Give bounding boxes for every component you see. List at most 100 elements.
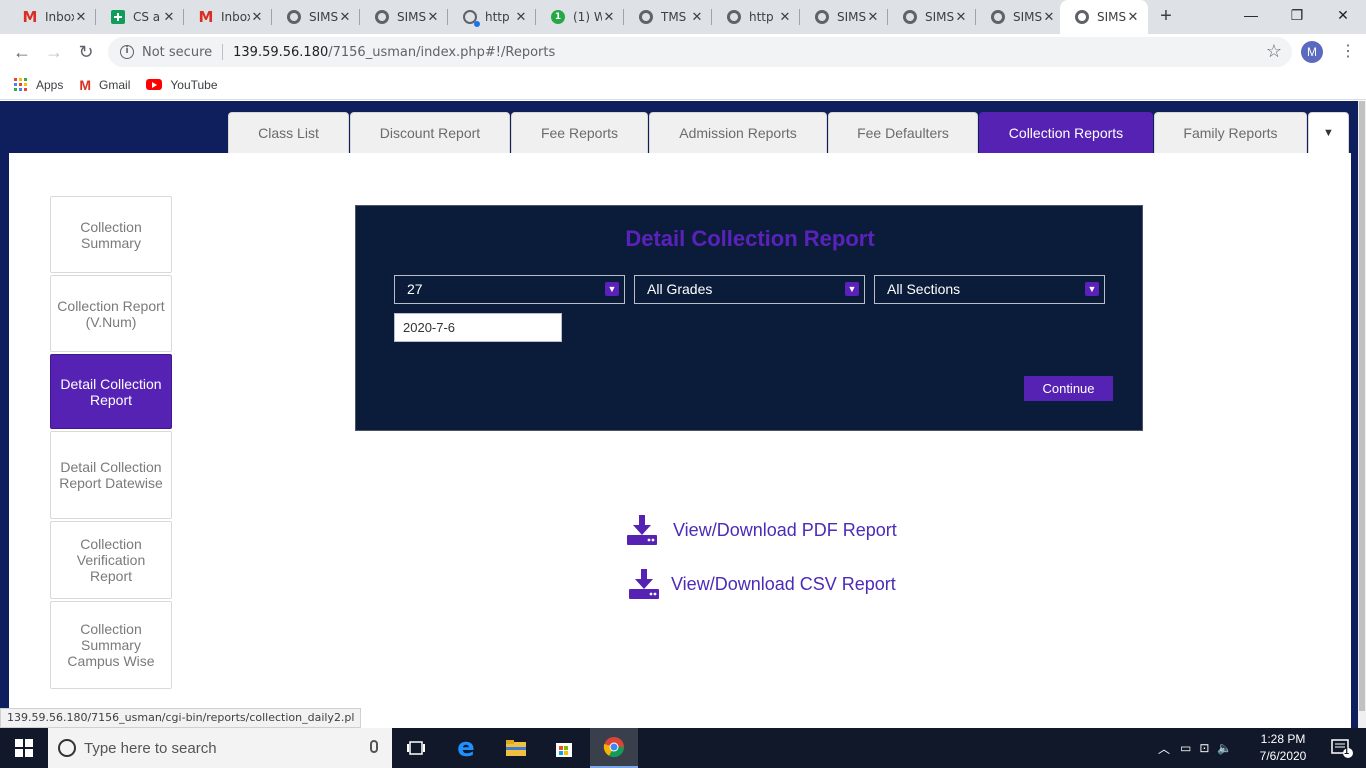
menu-kebab-icon[interactable]: ⋮ xyxy=(1340,40,1356,64)
browser-tab[interactable]: SIMS ✕ xyxy=(360,0,448,34)
browser-tab[interactable]: SIMS ✕ xyxy=(976,0,1064,34)
tab-class-list[interactable]: Class List xyxy=(228,112,349,153)
pdf-download-link[interactable]: View/Download PDF Report xyxy=(625,513,897,547)
close-icon[interactable]: ✕ xyxy=(74,10,88,25)
address-bar[interactable]: i Not secure 139.59.56.180 /7156_usman/i… xyxy=(108,37,1292,67)
battery-icon[interactable]: ▭ xyxy=(1180,741,1191,755)
store-icon[interactable] xyxy=(540,728,588,768)
reload-icon[interactable]: ↻ xyxy=(72,38,100,66)
file-explorer-icon[interactable] xyxy=(492,728,540,768)
close-icon[interactable]: ✕ xyxy=(250,10,264,25)
edge-browser-icon[interactable]: e xyxy=(442,728,490,768)
page-scrollbar[interactable] xyxy=(1358,101,1366,728)
browser-tab[interactable]: TMS ✕ xyxy=(624,0,712,34)
menu-collection-verification-report[interactable]: Collection Verification Report xyxy=(50,521,172,599)
microphone-icon[interactable] xyxy=(370,740,378,753)
gmail-icon: M xyxy=(198,8,214,26)
browser-tab[interactable]: M Inbox ✕ xyxy=(184,0,272,34)
browser-tab-title: (1) W xyxy=(573,10,602,24)
browser-tab[interactable]: SIMS ✕ xyxy=(800,0,888,34)
security-label: Not secure xyxy=(142,44,213,60)
profile-avatar[interactable]: M xyxy=(1301,41,1323,63)
browser-tab-title: TMS xyxy=(661,10,687,24)
menu-collection-report-vnum[interactable]: Collection Report (V.Num) xyxy=(50,275,172,352)
back-arrow-icon[interactable]: ← xyxy=(8,38,36,66)
csv-download-link[interactable]: View/Download CSV Report xyxy=(627,567,896,601)
forward-arrow-icon[interactable]: → xyxy=(40,38,68,66)
menu-detail-collection-report[interactable]: Detail Collection Report xyxy=(50,354,172,429)
close-window-icon[interactable]: ✕ xyxy=(1320,0,1366,30)
menu-collection-summary-campus-wise[interactable]: Collection Summary Campus Wise xyxy=(50,601,172,689)
close-icon[interactable]: ✕ xyxy=(690,10,704,25)
section-select-value: All Sections xyxy=(887,281,961,297)
url-host: 139.59.56.180 xyxy=(233,44,329,60)
chevron-down-icon: ▼ xyxy=(845,282,859,296)
close-icon[interactable]: ✕ xyxy=(338,10,352,25)
close-icon[interactable]: ✕ xyxy=(602,10,616,25)
bookmarks-bar: Apps M Gmail YouTube xyxy=(0,70,1366,100)
grade-select[interactable]: All Grades ▼ xyxy=(634,275,865,304)
tab-admission-reports[interactable]: Admission Reports xyxy=(649,112,827,153)
close-icon[interactable]: ✕ xyxy=(162,10,176,25)
tab-fee-reports[interactable]: Fee Reports xyxy=(511,112,648,153)
browser-tab[interactable]: http ✕ xyxy=(712,0,800,34)
bookmark-apps[interactable]: Apps xyxy=(14,78,63,92)
browser-tab-title: Inbox xyxy=(45,10,74,24)
chevron-up-icon[interactable]: ︿ xyxy=(1158,740,1170,757)
chrome-icon[interactable] xyxy=(590,728,638,768)
new-tab-button[interactable]: + xyxy=(1154,4,1178,28)
browser-tab-strip: M Inbox ✕ CS a ✕ M Inbox ✕ SIMS ✕ SIMS ✕… xyxy=(0,0,1366,34)
close-icon[interactable]: ✕ xyxy=(866,10,880,25)
browser-tab-title: SIMS xyxy=(1013,10,1042,24)
report-title: Detail Collection Report xyxy=(625,226,875,251)
browser-tab-title: SIMS xyxy=(309,10,338,24)
tab-collection-reports[interactable]: Collection Reports xyxy=(979,112,1153,153)
menu-detail-collection-report-datewise[interactable]: Detail Collection Report Datewise xyxy=(50,431,172,519)
youtube-icon xyxy=(146,79,163,90)
more-tabs-caret-icon[interactable]: ▼ xyxy=(1308,112,1349,153)
notification-center-icon[interactable]: 1 xyxy=(1318,728,1366,768)
bookmark-gmail[interactable]: M Gmail xyxy=(79,77,130,93)
browser-tab[interactable]: 1 (1) W ✕ xyxy=(536,0,624,34)
section-select[interactable]: All Sections ▼ xyxy=(874,275,1105,304)
bookmark-youtube[interactable]: YouTube xyxy=(146,78,218,92)
system-tray: ︿ ▭ ⊡ 🔈 xyxy=(1158,728,1232,768)
close-icon[interactable]: ✕ xyxy=(954,10,968,25)
taskbar-clock[interactable]: 1:28 PM 7/6/2020 xyxy=(1248,731,1318,765)
volume-icon[interactable]: 🔈 xyxy=(1217,741,1232,755)
bookmark-star-icon[interactable]: ☆ xyxy=(1266,41,1282,62)
tab-fee-defaulters[interactable]: Fee Defaulters xyxy=(828,112,978,153)
browser-tab[interactable]: SIMS ✕ xyxy=(272,0,360,34)
minimize-icon[interactable]: — xyxy=(1228,0,1274,30)
browser-tab[interactable]: http ✕ xyxy=(448,0,536,34)
close-icon[interactable]: ✕ xyxy=(514,10,528,25)
windows-start-button[interactable] xyxy=(0,728,48,768)
taskbar-search-box[interactable]: Type here to search xyxy=(48,728,392,768)
browser-tab[interactable]: CS a ✕ xyxy=(96,0,184,34)
browser-tab[interactable]: SIMS ✕ xyxy=(888,0,976,34)
collection-report-menu: Collection Summary Collection Report (V.… xyxy=(50,196,172,691)
info-icon[interactable]: i xyxy=(120,45,134,59)
date-input[interactable]: 2020-7-6 xyxy=(394,313,562,342)
task-view-icon[interactable] xyxy=(392,728,440,768)
close-icon[interactable]: ✕ xyxy=(1126,10,1140,25)
gmail-icon: M xyxy=(79,76,92,93)
restore-icon[interactable]: ❐ xyxy=(1274,0,1320,30)
tab-discount-report[interactable]: Discount Report xyxy=(350,112,510,153)
browser-tab-active[interactable]: SIMS ✕ xyxy=(1060,0,1148,34)
close-icon[interactable]: ✕ xyxy=(778,10,792,25)
close-icon[interactable]: ✕ xyxy=(426,10,440,25)
menu-collection-summary[interactable]: Collection Summary xyxy=(50,196,172,273)
browser-tab-title: SIMS xyxy=(397,10,426,24)
network-icon[interactable]: ⊡ xyxy=(1199,741,1209,755)
close-icon[interactable]: ✕ xyxy=(1042,10,1056,25)
browser-tab[interactable]: M Inbox ✕ xyxy=(8,0,96,34)
globe-icon xyxy=(374,9,390,25)
continue-button[interactable]: Continue xyxy=(1024,376,1113,401)
notification-count: 1 xyxy=(1344,746,1350,756)
tab-family-reports[interactable]: Family Reports xyxy=(1154,112,1307,153)
gmail-icon: M xyxy=(22,8,38,26)
bookmark-label: Gmail xyxy=(99,77,131,92)
campus-select[interactable]: 27 ▼ xyxy=(394,275,625,304)
globe-icon xyxy=(1074,9,1090,25)
